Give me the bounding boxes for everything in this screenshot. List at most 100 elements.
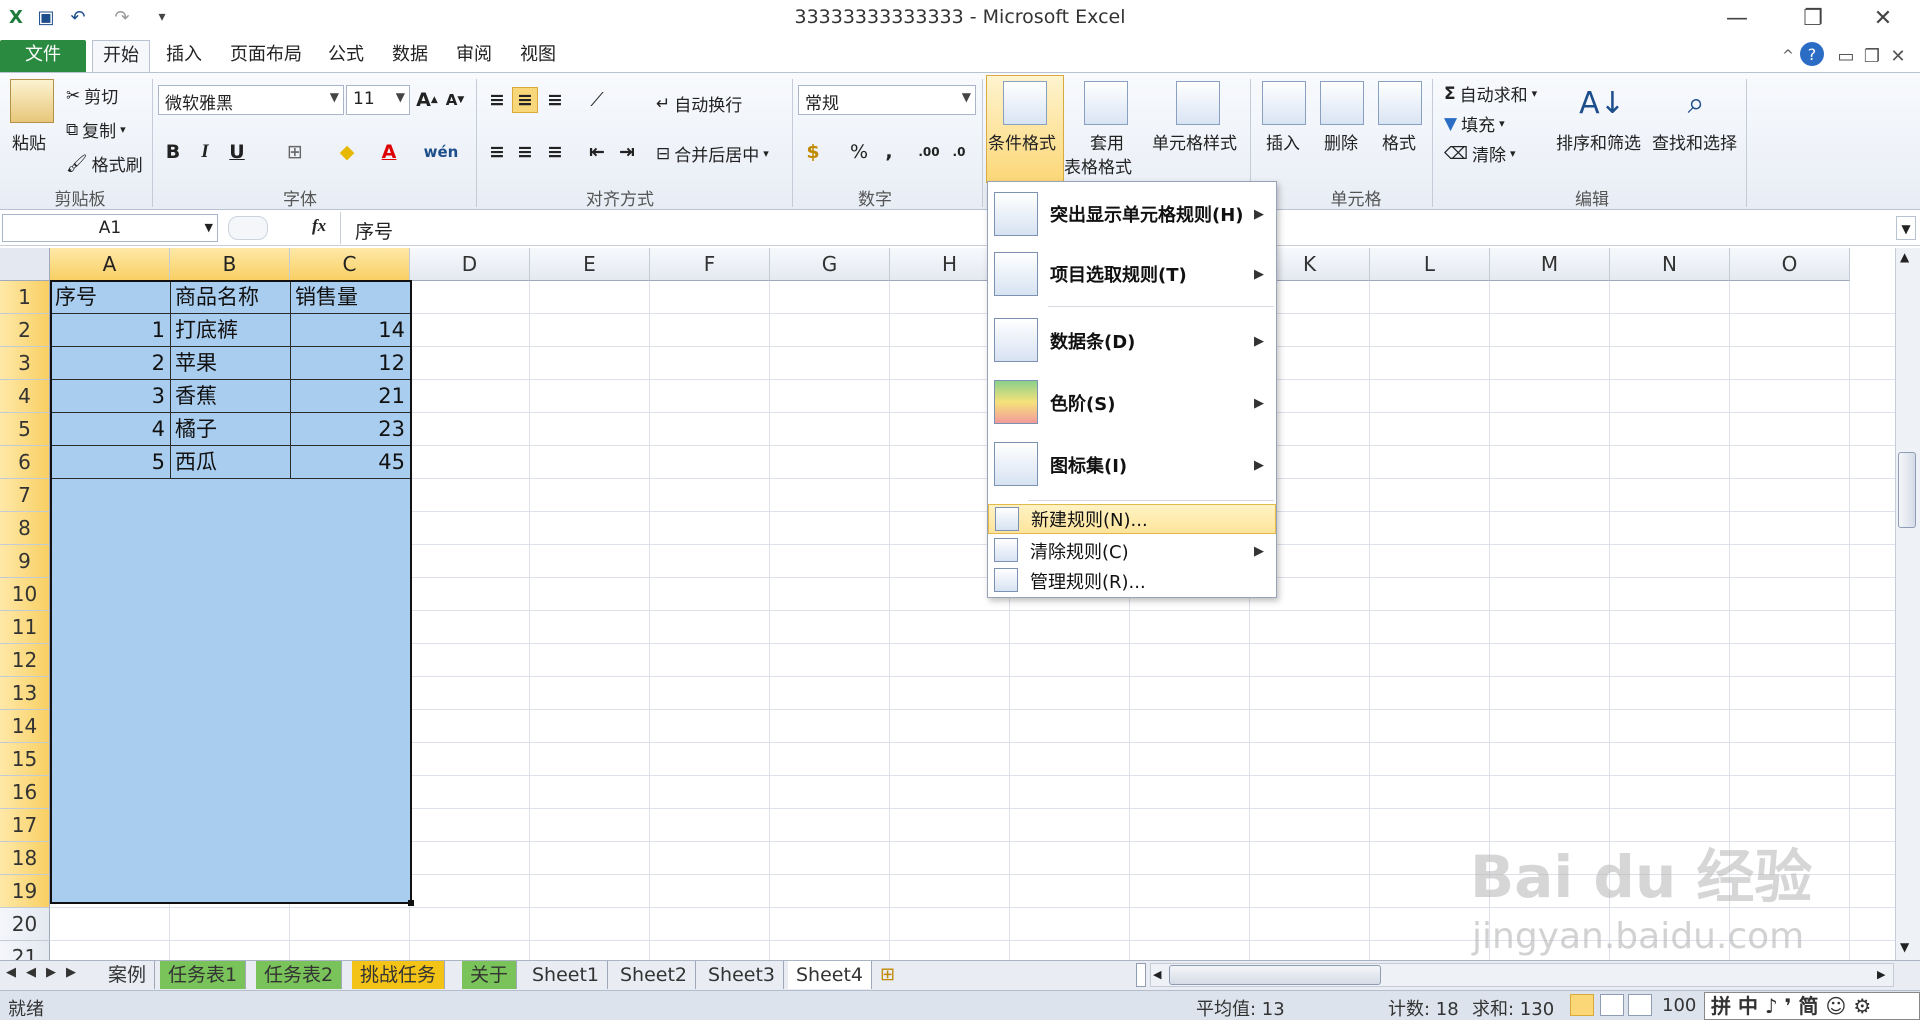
close-button[interactable]: ✕: [1860, 4, 1906, 32]
align-top-icon[interactable]: ≡: [484, 87, 510, 113]
comma-button[interactable]: ,: [876, 139, 902, 165]
menu-item-clear-rules[interactable]: 清除规则(C) ▶: [988, 536, 1276, 566]
row-header-11[interactable]: 11: [0, 611, 50, 644]
row-header-12[interactable]: 12: [0, 644, 50, 677]
number-format-combo[interactable]: 常规 ▼: [798, 85, 976, 115]
column-header-a[interactable]: A: [50, 248, 170, 281]
column-header-g[interactable]: G: [770, 248, 890, 281]
vertical-scrollbar[interactable]: ▲ ▼: [1895, 248, 1920, 960]
minimize-button[interactable]: —: [1714, 4, 1760, 32]
row-header-18[interactable]: 18: [0, 842, 50, 875]
row-header-10[interactable]: 10: [0, 578, 50, 611]
menu-item-data-bars[interactable]: 数据条(D) ▶: [988, 310, 1276, 372]
sort-filter-label[interactable]: 排序和筛选: [1556, 129, 1641, 154]
column-header-d[interactable]: D: [410, 248, 530, 281]
expand-formula-icon[interactable]: ▼: [1896, 216, 1916, 240]
column-header-e[interactable]: E: [530, 248, 650, 281]
format-painter-button[interactable]: 🖌 格式刷: [66, 151, 143, 177]
doc-restore-icon[interactable]: ❐: [1860, 44, 1884, 68]
sheet-tab-task2[interactable]: 任务表2: [256, 961, 343, 989]
scroll-down-icon[interactable]: ▼: [1900, 940, 1909, 954]
binoculars-icon[interactable]: ⌕: [1674, 81, 1718, 125]
horizontal-scroll-thumb[interactable]: [1169, 965, 1381, 985]
menu-item-highlight-rules[interactable]: 突出显示单元格规则(H) ▶: [988, 186, 1276, 242]
format-cells-label[interactable]: 格式: [1382, 129, 1416, 154]
scroll-right-icon[interactable]: ▶: [1877, 968, 1885, 981]
shrink-font-icon[interactable]: A ▼: [442, 87, 468, 113]
border-icon[interactable]: ⊞: [282, 139, 308, 165]
minimize-ribbon-icon[interactable]: ^: [1776, 44, 1800, 68]
row-header-16[interactable]: 16: [0, 776, 50, 809]
column-header-l[interactable]: L: [1370, 248, 1490, 281]
font-color-icon[interactable]: A: [376, 139, 402, 165]
font-size-combo[interactable]: 11 ▼: [346, 85, 410, 115]
column-header-b[interactable]: B: [170, 248, 290, 281]
column-header-m[interactable]: M: [1490, 248, 1610, 281]
italic-button[interactable]: I: [192, 139, 218, 165]
page-break-view-icon[interactable]: [1628, 994, 1652, 1016]
sheet-tab-sheet2[interactable]: Sheet2: [612, 961, 697, 989]
insert-sheet-icon[interactable]: ⊞: [880, 964, 895, 985]
phonetic-icon[interactable]: wén: [424, 139, 459, 165]
menu-item-manage-rules[interactable]: 管理规则(R)...: [988, 566, 1276, 596]
vertical-scroll-thumb[interactable]: [1898, 452, 1916, 528]
row-header-7[interactable]: 7: [0, 479, 50, 512]
delete-cells-icon[interactable]: [1320, 81, 1364, 125]
tab-view[interactable]: 视图: [510, 40, 566, 72]
sheet-tab-task1[interactable]: 任务表1: [160, 961, 247, 989]
increase-decimal-icon[interactable]: .00: [916, 139, 942, 165]
row-header-20[interactable]: 20: [0, 908, 50, 941]
row-header-6[interactable]: 6: [0, 446, 50, 479]
row-header-14[interactable]: 14: [0, 710, 50, 743]
restore-button[interactable]: ❐: [1790, 4, 1836, 32]
format-as-table-label-1[interactable]: 套用: [1090, 129, 1124, 154]
row-header-15[interactable]: 15: [0, 743, 50, 776]
sheet-tab-challenge[interactable]: 挑战任务: [352, 961, 446, 989]
align-right-icon[interactable]: ≡: [542, 139, 568, 165]
page-layout-view-icon[interactable]: [1600, 994, 1624, 1016]
delete-cells-label[interactable]: 删除: [1324, 129, 1358, 154]
sheet-tab-about[interactable]: 关于: [462, 961, 518, 989]
help-icon[interactable]: ?: [1800, 42, 1824, 66]
autosum-button[interactable]: Σ 自动求和 ▾: [1444, 81, 1537, 107]
row-header-3[interactable]: 3: [0, 347, 50, 380]
menu-item-top-bottom-rules[interactable]: 项目选取规则(T) ▶: [988, 246, 1276, 302]
row-header-19[interactable]: 19: [0, 875, 50, 908]
orientation-icon[interactable]: ⟋: [584, 87, 610, 113]
align-center-icon[interactable]: ≡: [512, 139, 538, 165]
paste-icon[interactable]: [10, 79, 54, 123]
find-select-label[interactable]: 查找和选择: [1652, 129, 1737, 154]
decrease-indent-icon[interactable]: ⇤: [584, 139, 610, 165]
tab-insert[interactable]: 插入: [156, 40, 212, 72]
tab-page-layout[interactable]: 页面布局: [220, 40, 312, 72]
align-bottom-icon[interactable]: ≡: [542, 87, 568, 113]
scroll-left-icon[interactable]: ◀: [1153, 968, 1161, 981]
sheet-tab-case[interactable]: 案例: [100, 961, 156, 989]
row-header-5[interactable]: 5: [0, 413, 50, 446]
cut-button[interactable]: ✂ 剪切: [66, 83, 118, 109]
column-header-o[interactable]: O: [1730, 248, 1850, 281]
row-header-2[interactable]: 2: [0, 314, 50, 347]
percent-button[interactable]: %: [846, 139, 872, 165]
row-header-8[interactable]: 8: [0, 512, 50, 545]
decrease-decimal-icon[interactable]: .0: [946, 139, 972, 165]
row-header-17[interactable]: 17: [0, 809, 50, 842]
insert-function-icon[interactable]: fx: [312, 216, 326, 236]
select-all-corner[interactable]: [0, 248, 50, 281]
font-name-combo[interactable]: 微软雅黑 ▼: [158, 85, 344, 115]
clear-button[interactable]: ⌫ 清除 ▾: [1444, 141, 1516, 167]
cell-styles-icon[interactable]: [1176, 81, 1220, 125]
row-header-4[interactable]: 4: [0, 380, 50, 413]
underline-button[interactable]: U: [224, 139, 250, 165]
column-header-c[interactable]: C: [290, 248, 410, 281]
formula-bar-handle[interactable]: [228, 216, 268, 240]
row-header-1[interactable]: 1: [0, 281, 50, 314]
fill-color-icon[interactable]: ◆: [334, 139, 360, 165]
tab-data[interactable]: 数据: [382, 40, 438, 72]
row-header-9[interactable]: 9: [0, 545, 50, 578]
sort-filter-icon[interactable]: A↓: [1579, 81, 1625, 125]
grow-font-icon[interactable]: A ▲: [414, 87, 440, 113]
zoom-level[interactable]: 100: [1662, 995, 1696, 1016]
ime-toolbar[interactable]: 拼 中 ♪ ❜ 简 ☺ ⚙: [1704, 992, 1920, 1020]
horizontal-scrollbar[interactable]: ◀ ▶: [1150, 963, 1894, 987]
